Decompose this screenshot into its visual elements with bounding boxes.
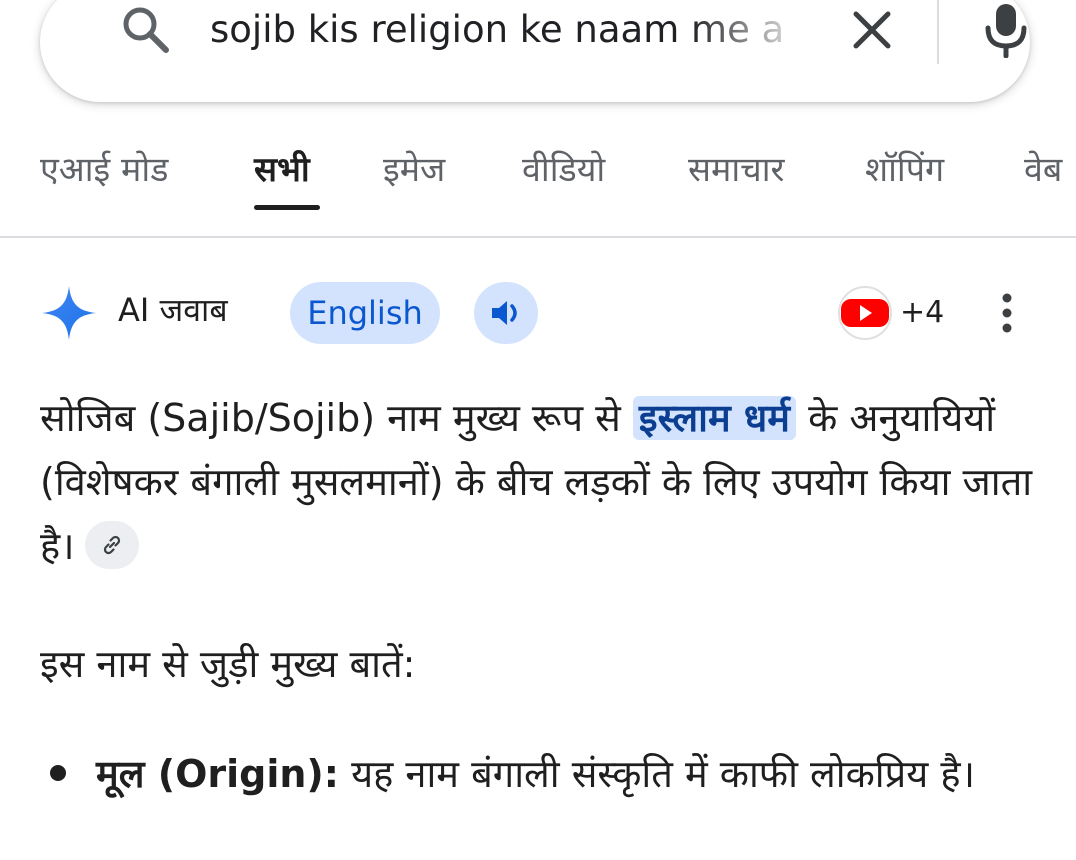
tab-shopping[interactable]: शॉपिंग [865, 140, 944, 200]
search-bar[interactable]: sojib kis religion ke naam me a [40, 0, 1030, 102]
ai-spark-icon [40, 284, 98, 342]
bullet-body: यह नाम बंगाली संस्कृति में काफी लोकप्रिय… [339, 752, 975, 796]
youtube-icon[interactable] [836, 286, 894, 340]
tab-news[interactable]: समाचार [688, 140, 784, 200]
tab-images[interactable]: इमेज [383, 140, 445, 200]
mic-icon[interactable] [982, 2, 1030, 59]
tabs-divider [0, 236, 1076, 238]
answer-intro: सोजिब (Sajib/Sojib) नाम मुख्य रूप से [40, 396, 633, 440]
link-icon [103, 535, 120, 554]
clear-icon[interactable] [846, 4, 898, 56]
list-item: मूल (Origin): यह नाम बंगाली संस्कृति में… [96, 744, 1036, 804]
english-button[interactable]: English [290, 282, 440, 344]
ai-overview-title: AI जवाब [118, 291, 228, 329]
tab-ai-mode[interactable]: एआई मोड [40, 140, 168, 200]
source-count[interactable]: +4 [900, 290, 944, 336]
listen-button[interactable] [474, 282, 538, 344]
tab-videos[interactable]: वीडियो [522, 140, 605, 200]
bullet-dot [50, 765, 66, 781]
search-tabs: एआई मोड सभी इमेज वीडियो समाचार शॉपिंग वे… [0, 140, 1076, 210]
more-vert-icon[interactable] [996, 290, 1018, 336]
answer-highlight[interactable]: इस्लाम धर्म [632, 396, 797, 440]
tab-web[interactable]: वेब [1024, 140, 1062, 200]
answer-subheading: इस नाम से जुड़ी मुख्य बातें: [40, 642, 416, 686]
bullet-label: मूल (Origin): [96, 752, 339, 796]
search-icon[interactable] [118, 2, 174, 58]
active-tab-indicator [254, 205, 320, 210]
citation-link-button[interactable] [84, 520, 139, 569]
search-input[interactable]: sojib kis religion ke naam me a [210, 6, 810, 54]
search-divider [937, 0, 939, 64]
answer-paragraph: सोजिब (Sajib/Sojib) नाम मुख्य रूप से इस्… [40, 386, 1040, 578]
tab-all[interactable]: सभी [254, 140, 310, 200]
